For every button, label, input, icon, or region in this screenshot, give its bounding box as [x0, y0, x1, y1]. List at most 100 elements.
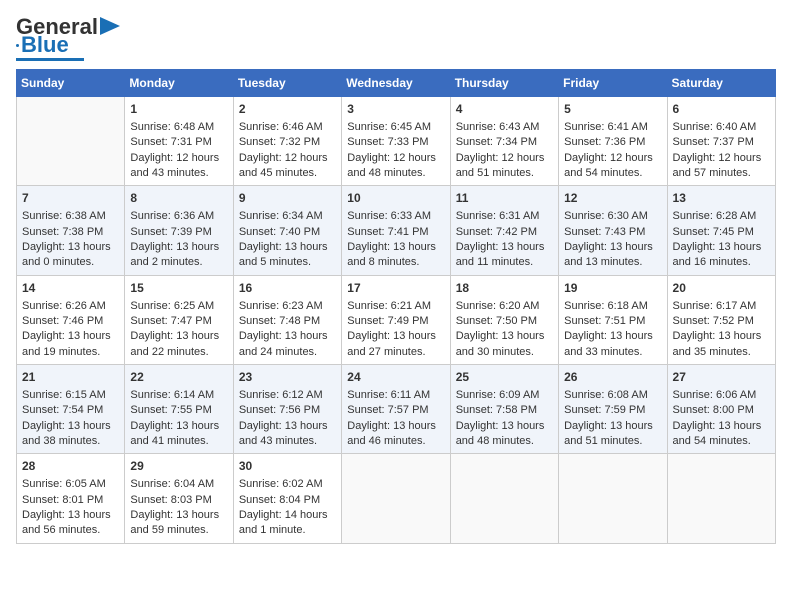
day-number: 5 [564, 101, 661, 118]
sunset-text: Sunset: 7:36 PM [564, 136, 645, 148]
week-row-1: 1Sunrise: 6:48 AMSunset: 7:31 PMDaylight… [17, 97, 776, 186]
calendar-cell: 5Sunrise: 6:41 AMSunset: 7:36 PMDaylight… [559, 97, 667, 186]
daylight-text: Daylight: 13 hours and 5 minutes. [239, 241, 328, 268]
calendar-cell [450, 454, 558, 543]
sunset-text: Sunset: 7:38 PM [22, 226, 103, 238]
daylight-text: Daylight: 13 hours and 33 minutes. [564, 330, 653, 357]
sunrise-text: Sunrise: 6:18 AM [564, 300, 648, 312]
sunset-text: Sunset: 8:03 PM [130, 494, 211, 506]
sunrise-text: Sunrise: 6:38 AM [22, 210, 106, 222]
daylight-text: Daylight: 12 hours and 43 minutes. [130, 152, 219, 179]
calendar-cell: 29Sunrise: 6:04 AMSunset: 8:03 PMDayligh… [125, 454, 233, 543]
calendar-cell: 10 Sunrise: 6:33 AM Sunset: 7:41 PM Dayligh… [342, 186, 450, 275]
logo-blue-text: Blue [21, 34, 69, 56]
sunrise-text: Sunrise: 6:46 AM [239, 121, 323, 133]
daylight-text: Daylight: 13 hours and 59 minutes. [130, 509, 219, 536]
calendar-cell: 26Sunrise: 6:08 AMSunset: 7:59 PMDayligh… [559, 365, 667, 454]
week-row-2: 7Sunrise: 6:38 AMSunset: 7:38 PMDaylight… [17, 186, 776, 275]
daylight-text: Daylight: 13 hours and 22 minutes. [130, 330, 219, 357]
sunset-text: Sunset: 7:51 PM [564, 315, 645, 327]
sunset-text: Sunset: 8:01 PM [22, 494, 103, 506]
daylight-text: Daylight: 13 hours and 27 minutes. [347, 330, 436, 357]
calendar-cell: 8Sunrise: 6:36 AMSunset: 7:39 PMDaylight… [125, 186, 233, 275]
calendar-table: SundayMondayTuesdayWednesdayThursdayFrid… [16, 69, 776, 544]
calendar-cell: 19Sunrise: 6:18 AMSunset: 7:51 PMDayligh… [559, 275, 667, 364]
sunrise-text: Sunrise: 6:06 AM [673, 389, 757, 401]
daylight-text: Daylight: 13 hours and 43 minutes. [239, 420, 328, 447]
day-number: 28 [22, 458, 119, 475]
sunset-text: Sunset: 7:56 PM [239, 404, 320, 416]
calendar-cell [667, 454, 775, 543]
calendar-cell: 3Sunrise: 6:45 AMSunset: 7:33 PMDaylight… [342, 97, 450, 186]
day-number: 12 [564, 190, 661, 207]
sunset-text: Sunset: 7:34 PM [456, 136, 537, 148]
sunrise-text: Sunrise: 6:33 AM [347, 210, 431, 222]
calendar-cell: 28Sunrise: 6:05 AMSunset: 8:01 PMDayligh… [17, 454, 125, 543]
day-number: 17 [347, 280, 444, 297]
sunrise-text: Sunrise: 6:11 AM [347, 389, 430, 401]
sunset-text: Sunset: 7:40 PM [239, 226, 320, 238]
day-number: 30 [239, 458, 336, 475]
sunset-text: Sunset: 7:54 PM [22, 404, 103, 416]
calendar-cell: 9 Sunrise: 6:34 AM Sunset: 7:40 PM Daylight… [233, 186, 341, 275]
col-header-thursday: Thursday [450, 70, 558, 97]
sunrise-text: Sunrise: 6:08 AM [564, 389, 648, 401]
day-number: 9 [239, 190, 336, 207]
sunrise-text: Sunrise: 6:23 AM [239, 300, 323, 312]
sunset-text: Sunset: 7:39 PM [130, 226, 211, 238]
daylight-text: Daylight: 13 hours and 16 minutes. [673, 241, 762, 268]
day-number: 21 [22, 369, 119, 386]
col-header-wednesday: Wednesday [342, 70, 450, 97]
calendar-cell: 13Sunrise: 6:28 AMSunset: 7:45 PMDayligh… [667, 186, 775, 275]
daylight-text: Daylight: 13 hours and 13 minutes. [564, 241, 653, 268]
calendar-cell: 11Sunrise: 6:31 AMSunset: 7:42 PMDayligh… [450, 186, 558, 275]
sunrise-text: Sunrise: 6:21 AM [347, 300, 431, 312]
logo: General Blue [16, 16, 120, 61]
day-number: 3 [347, 101, 444, 118]
sunrise-text: Sunrise: 6:20 AM [456, 300, 540, 312]
daylight-text: Daylight: 13 hours and 24 minutes. [239, 330, 328, 357]
calendar-cell: 14Sunrise: 6:26 AMSunset: 7:46 PMDayligh… [17, 275, 125, 364]
sunrise-text: Sunrise: 6:28 AM [673, 210, 757, 222]
daylight-text: Daylight: 12 hours and 45 minutes. [239, 152, 328, 179]
daylight-text: Daylight: 13 hours and 0 minutes. [22, 241, 111, 268]
col-header-friday: Friday [559, 70, 667, 97]
sunrise-text: Sunrise: 6:15 AM [22, 389, 106, 401]
sunset-text: Sunset: 7:48 PM [239, 315, 320, 327]
calendar-cell: 12Sunrise: 6:30 AMSunset: 7:43 PMDayligh… [559, 186, 667, 275]
logo-arrow-icon [100, 17, 120, 35]
calendar-cell: 7Sunrise: 6:38 AMSunset: 7:38 PMDaylight… [17, 186, 125, 275]
sunrise-text: Sunrise: 6:34 AM [239, 210, 323, 222]
calendar-cell: 18Sunrise: 6:20 AMSunset: 7:50 PMDayligh… [450, 275, 558, 364]
sunset-text: Sunset: 7:41 PM [347, 226, 428, 238]
daylight-text: Daylight: 13 hours and 8 minutes. [347, 241, 436, 268]
sunrise-text: Sunrise: 6:14 AM [130, 389, 214, 401]
daylight-text: Daylight: 13 hours and 38 minutes. [22, 420, 111, 447]
day-number: 10 [347, 190, 444, 207]
day-number: 13 [673, 190, 770, 207]
daylight-text: Daylight: 13 hours and 35 minutes. [673, 330, 762, 357]
col-header-saturday: Saturday [667, 70, 775, 97]
calendar-cell: 2Sunrise: 6:46 AMSunset: 7:32 PMDaylight… [233, 97, 341, 186]
sunset-text: Sunset: 8:04 PM [239, 494, 320, 506]
sunrise-text: Sunrise: 6:36 AM [130, 210, 214, 222]
day-number: 24 [347, 369, 444, 386]
sunset-text: Sunset: 7:58 PM [456, 404, 537, 416]
daylight-text: Daylight: 13 hours and 48 minutes. [456, 420, 545, 447]
calendar-cell: 20Sunrise: 6:17 AMSunset: 7:52 PMDayligh… [667, 275, 775, 364]
sunset-text: Sunset: 7:42 PM [456, 226, 537, 238]
sunrise-text: Sunrise: 6:48 AM [130, 121, 214, 133]
calendar-cell: 16Sunrise: 6:23 AMSunset: 7:48 PMDayligh… [233, 275, 341, 364]
daylight-text: Daylight: 12 hours and 48 minutes. [347, 152, 436, 179]
daylight-text: Daylight: 13 hours and 51 minutes. [564, 420, 653, 447]
calendar-cell [559, 454, 667, 543]
sunset-text: Sunset: 7:57 PM [347, 404, 428, 416]
daylight-text: Daylight: 13 hours and 11 minutes. [456, 241, 545, 268]
sunset-text: Sunset: 7:47 PM [130, 315, 211, 327]
sunrise-text: Sunrise: 6:09 AM [456, 389, 540, 401]
calendar-cell: 25Sunrise: 6:09 AMSunset: 7:58 PMDayligh… [450, 365, 558, 454]
day-number: 15 [130, 280, 227, 297]
sunrise-text: Sunrise: 6:12 AM [239, 389, 323, 401]
daylight-text: Daylight: 12 hours and 54 minutes. [564, 152, 653, 179]
sunrise-text: Sunrise: 6:04 AM [130, 478, 214, 490]
